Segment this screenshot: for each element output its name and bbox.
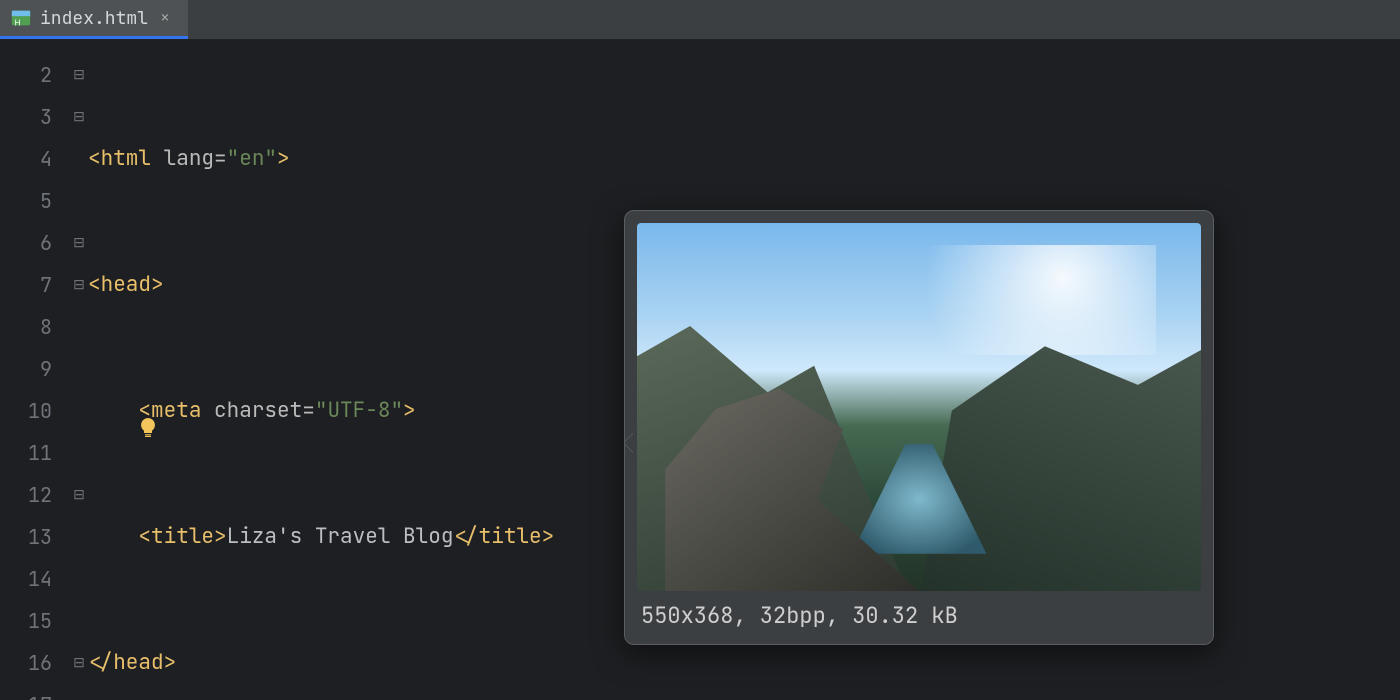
fold-toggle-icon[interactable]: ⊟ (70, 54, 88, 96)
fold-toggle-icon[interactable]: ⊟ (70, 96, 88, 138)
editor-tab-index-html[interactable]: H index.html ✕ (0, 0, 188, 39)
fold-end-icon[interactable]: ⊟ (70, 642, 88, 684)
line-number: 4 (0, 138, 70, 180)
fold-end-icon[interactable]: ⊟ (70, 684, 88, 700)
image-info-label: 550x368, 32bpp, 30.32 kB (625, 591, 1213, 644)
line-number-gutter: 2 3 4 5 6 7 8 9 10 11 12 13 14 15 16 17 (0, 40, 70, 700)
line-number: 12 (0, 474, 70, 516)
line-number: 15 (0, 600, 70, 642)
line-number: 17 (0, 684, 70, 700)
code-line: <html lang="en"> (88, 138, 1400, 180)
line-number: 5 (0, 180, 70, 222)
line-number: 16 (0, 642, 70, 684)
image-thumbnail (637, 223, 1201, 591)
line-number: 2 (0, 54, 70, 96)
line-number: 13 (0, 516, 70, 558)
lightbulb-icon[interactable] (136, 416, 160, 440)
tab-label: index.html (40, 7, 148, 30)
svg-text:H: H (15, 18, 21, 27)
fold-end-icon[interactable]: ⊟ (70, 222, 88, 264)
line-number: 10 (0, 390, 70, 432)
fold-toggle-icon[interactable]: ⊟ (70, 264, 88, 306)
image-preview-popup: 550x368, 32bpp, 30.32 kB (624, 210, 1214, 645)
line-number: 8 (0, 306, 70, 348)
line-number: 14 (0, 558, 70, 600)
fold-toggle-icon[interactable]: ⊟ (70, 474, 88, 516)
close-icon[interactable]: ✕ (156, 9, 174, 27)
code-line: </head> (88, 642, 1400, 684)
line-number: 7 (0, 264, 70, 306)
fold-gutter: ⊟ ⊟ ⊟ ⊟ ⊟ ⊟ ⊟ (70, 40, 88, 700)
html-file-icon: H (10, 7, 32, 29)
line-number: 3 (0, 96, 70, 138)
editor-tab-bar: H index.html ✕ (0, 0, 1400, 40)
line-number: 6 (0, 222, 70, 264)
line-number: 11 (0, 432, 70, 474)
line-number: 9 (0, 348, 70, 390)
